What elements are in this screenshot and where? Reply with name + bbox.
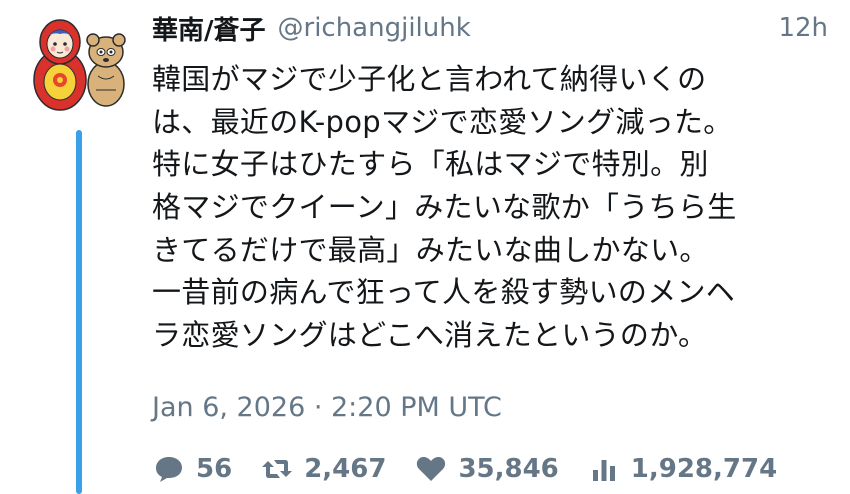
- thread-connector-line: [76, 130, 82, 494]
- speech-bubble-icon: [152, 452, 186, 486]
- tweet-text-line: 一昔前の病んで狂って人を殺す勢いのメンヘ: [152, 275, 736, 310]
- tweet-header: 華南/蒼子 @richangjiluhk 12h: [152, 8, 828, 48]
- tweet-text-line: 韓国がマジで少子化と言われて納得いくの: [152, 62, 707, 96]
- retweet-button[interactable]: 2,467: [260, 452, 386, 486]
- views-count: 1,928,774: [630, 454, 778, 484]
- avatar[interactable]: [22, 10, 136, 114]
- tweet-text-line: きてるだけで最高」みたいな曲しかない。: [152, 232, 709, 267]
- like-button[interactable]: 35,846: [414, 452, 559, 486]
- tweet: 華南/蒼子 @richangjiluhk 12h 韓国がマジで少子化と言われて納…: [0, 0, 850, 494]
- heart-icon: [414, 452, 448, 486]
- tweet-text-line: は、最近のK-popマジで恋愛ソング減った。: [152, 104, 733, 139]
- tweet-text: 韓国がマジで少子化と言われて納得いくの は、最近のK-popマジで恋愛ソング減っ…: [152, 58, 836, 357]
- tweet-actions: 56 2,467 35,846 1,928,774: [152, 450, 805, 488]
- reply-count: 56: [196, 454, 233, 484]
- reply-button[interactable]: 56: [152, 452, 232, 486]
- bar-chart-icon: [587, 452, 621, 486]
- tweet-timestamp[interactable]: Jan 6, 2026 · 2:20 PM UTC: [152, 392, 502, 423]
- display-name[interactable]: 華南/蒼子: [152, 10, 266, 47]
- retweet-count: 2,467: [304, 454, 387, 484]
- user-handle[interactable]: @richangjiluhk: [278, 13, 471, 43]
- tweet-text-line: 格マジでクイーン」みたいな歌か「うちら生: [152, 190, 737, 225]
- views-button[interactable]: 1,928,774: [587, 452, 777, 486]
- matryoshka-doll-and-bear-avatar: [33, 19, 126, 111]
- like-count: 35,846: [458, 454, 559, 484]
- tweet-text-line: 特に女子はひたすら「私はマジで特別。別: [152, 147, 709, 182]
- retweet-icon: [260, 452, 294, 486]
- tweet-text-line: ラ恋愛ソングはどこへ消えたというのか。: [152, 318, 708, 353]
- relative-time[interactable]: 12h: [778, 13, 828, 43]
